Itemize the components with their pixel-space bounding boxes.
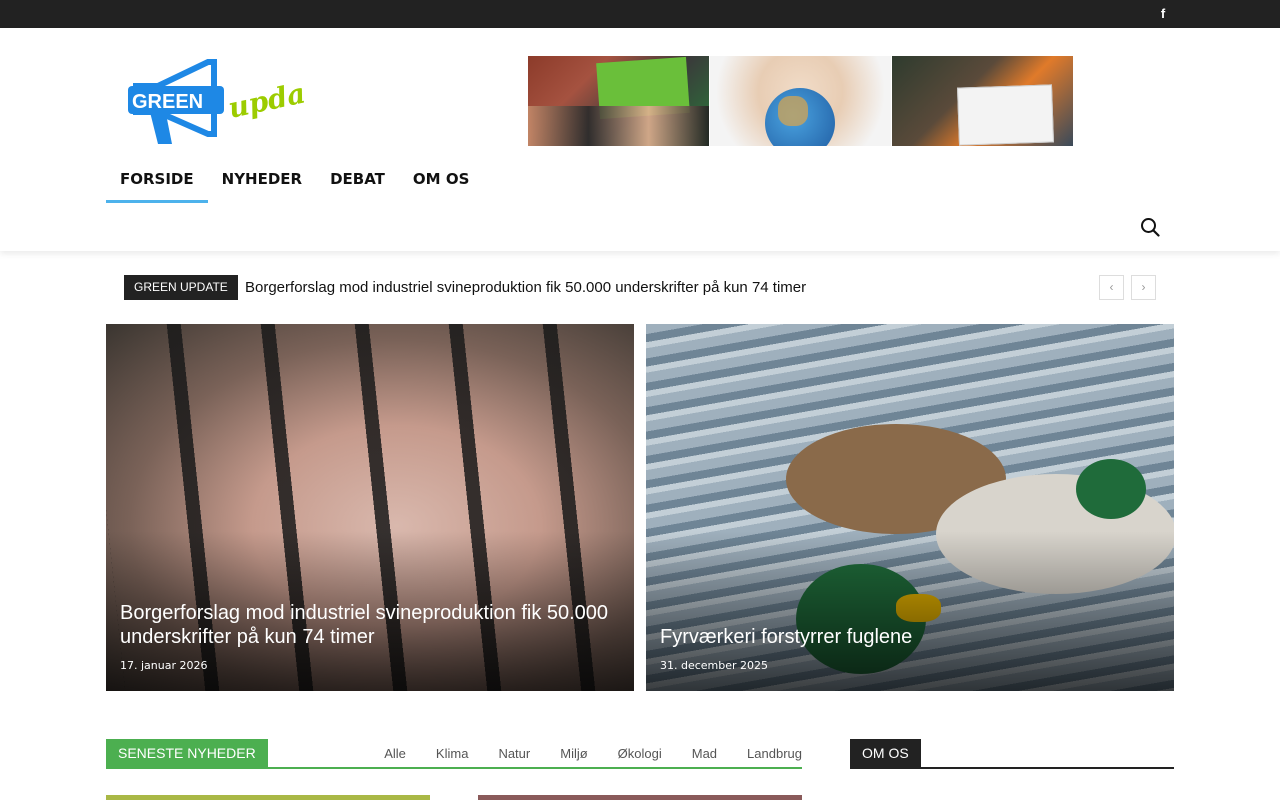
feature-title[interactable]: Fyrværkeri forstyrrer fuglene (660, 625, 1160, 649)
feature-card-pig[interactable]: Borgerforslag mod industriel svineproduk… (106, 324, 634, 691)
latest-news-header: SENESTE NYHEDER Alle Klima Natur Miljø Ø… (106, 739, 802, 769)
search-icon[interactable] (1140, 217, 1160, 237)
facebook-icon[interactable]: f (1156, 6, 1170, 22)
logo-text-main: GREEN (132, 91, 203, 113)
banner-image-protest (528, 56, 709, 146)
ticker-tag: GREEN UPDATE (124, 275, 238, 300)
latest-news-thumbnail[interactable] (478, 795, 802, 800)
ticker-prev-button[interactable]: ‹ (1099, 275, 1124, 300)
filter-okologi[interactable]: Økologi (588, 739, 662, 769)
banner-image-climate-sign (892, 56, 1073, 146)
ticker-next-button[interactable]: › (1131, 275, 1156, 300)
nav-item-nyheder[interactable]: NYHEDER (208, 158, 316, 203)
filter-landbrug[interactable]: Landbrug (717, 739, 802, 769)
about-header: OM OS (850, 739, 1174, 769)
feature-date: 31. december 2025 (660, 659, 769, 672)
banner-image-globe (710, 56, 891, 146)
main-nav: FORSIDE NYHEDER DEBAT OM OS (106, 158, 483, 203)
nav-item-debat[interactable]: DEBAT (316, 158, 399, 203)
feature-card-ducks[interactable]: Fyrværkeri forstyrrer fuglene 31. decemb… (646, 324, 1174, 691)
filter-klima[interactable]: Klima (406, 739, 469, 769)
feature-title[interactable]: Borgerforslag mod industriel svineproduk… (120, 601, 620, 649)
filter-alle[interactable]: Alle (354, 739, 406, 769)
filter-miljo[interactable]: Miljø (530, 739, 587, 769)
filter-natur[interactable]: Natur (468, 739, 530, 769)
about-tag: OM OS (850, 739, 921, 767)
latest-news-tag: SENESTE NYHEDER (106, 739, 268, 767)
filter-mad[interactable]: Mad (662, 739, 717, 769)
duck-head-male (1076, 459, 1146, 519)
header-banner[interactable] (528, 56, 1073, 146)
latest-news-thumbnail[interactable] (106, 795, 430, 800)
nav-item-forside[interactable]: FORSIDE (106, 158, 208, 203)
category-filters: Alle Klima Natur Miljø Økologi Mad Landb… (354, 739, 802, 769)
site-logo[interactable]: GREEN update (128, 56, 304, 148)
news-ticker: GREEN UPDATE Borgerforslag mod industrie… (124, 275, 1158, 300)
logo-text-script: update (225, 70, 304, 125)
top-bar: f (0, 0, 1280, 28)
nav-item-om-os[interactable]: OM OS (399, 158, 483, 203)
feature-date: 17. januar 2026 (120, 659, 208, 672)
ticker-headline[interactable]: Borgerforslag mod industriel svineproduk… (245, 275, 806, 300)
